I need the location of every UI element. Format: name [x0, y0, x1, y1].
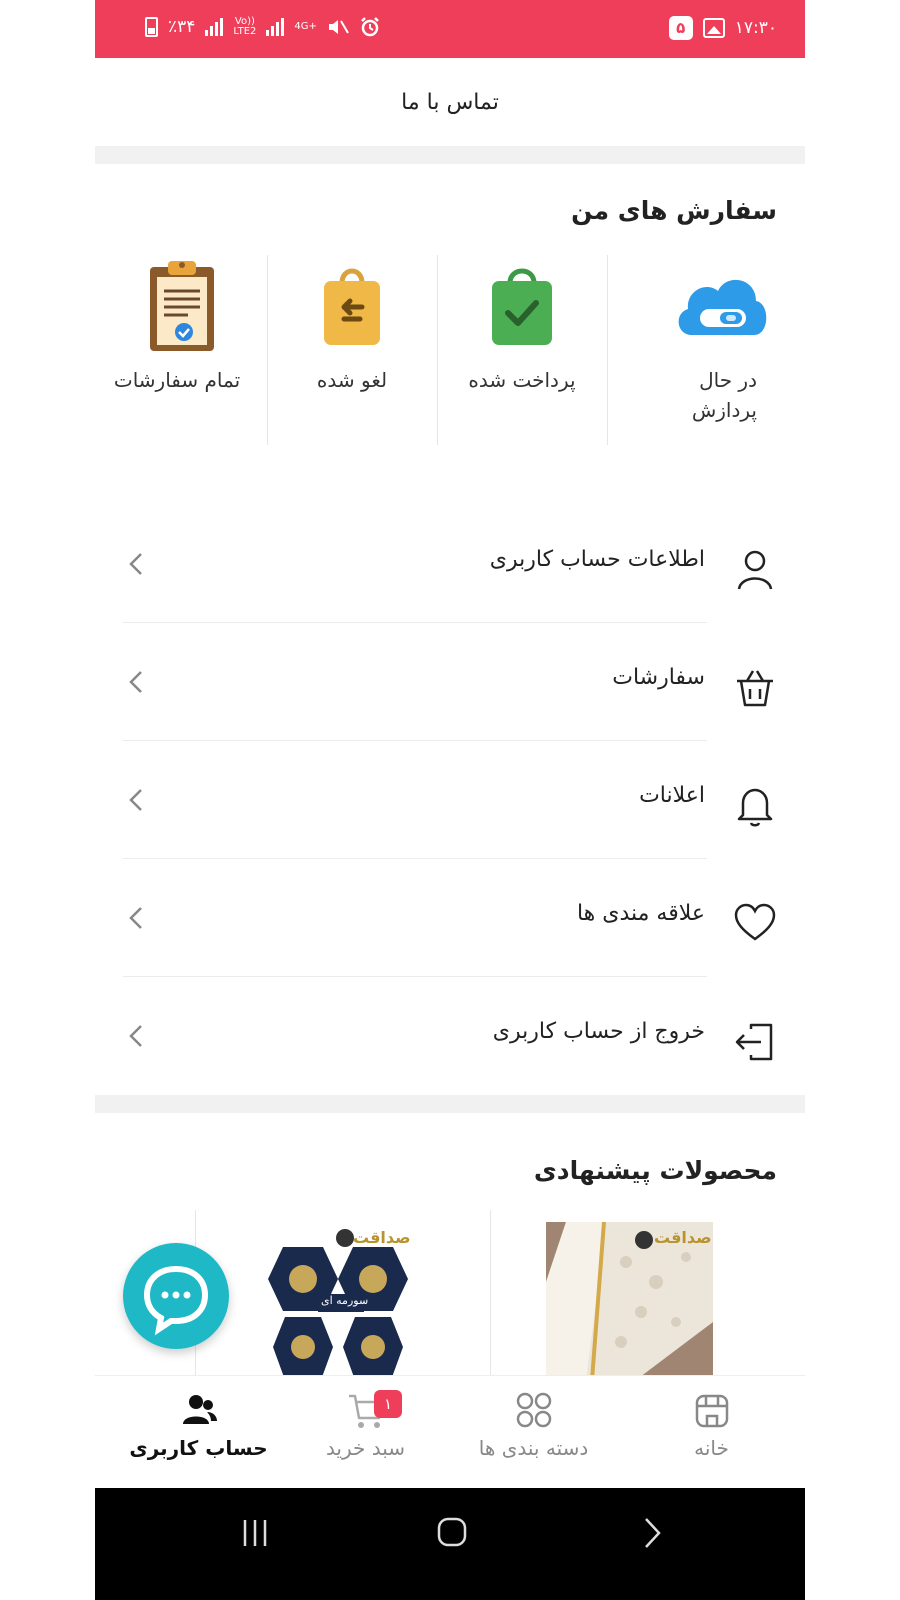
- users-icon: [182, 1395, 217, 1424]
- chevron-left-icon: [129, 907, 142, 929]
- status-bar: ٪۳۴ Vo)) LTE2 4G+ ۵ ۱۷:۳۰: [95, 0, 805, 58]
- battery-level: ٪۳۴: [168, 17, 196, 37]
- order-status-label: تمام سفارشات: [113, 368, 241, 392]
- clipboard-icon: [150, 261, 214, 351]
- nav-label: حساب کاربری: [129, 1436, 268, 1460]
- status-left: ٪۳۴ Vo)) LTE2 4G+: [145, 16, 381, 38]
- signal-2-icon: [266, 18, 285, 36]
- order-status-label: لغو شده: [316, 368, 388, 392]
- cancelled-bag-icon: [324, 268, 380, 345]
- user-icon: [737, 550, 773, 590]
- order-status-label: پرداخت شده: [468, 368, 576, 392]
- battery-icon: [145, 17, 158, 37]
- lte-label: LTE2: [233, 26, 257, 37]
- home-icon: [695, 1394, 728, 1428]
- contact-us-link[interactable]: تماس با ما: [95, 58, 805, 146]
- logout-icon: [735, 1023, 773, 1061]
- paid-bag-icon: [492, 268, 552, 345]
- menu-item-logout[interactable]: خروج از حساب کاربری: [95, 977, 805, 1095]
- menu-item-orders[interactable]: سفارشات: [95, 623, 805, 741]
- nav-home[interactable]: خانه: [623, 1376, 800, 1488]
- order-status-processing[interactable]: در حال پردازش: [635, 255, 805, 445]
- nav-account[interactable]: حساب کاربری: [110, 1376, 287, 1488]
- menu-item-account-info[interactable]: اطلاعات حساب کاربری: [95, 505, 805, 623]
- product-card[interactable]: صداقت: [546, 1221, 713, 1381]
- heart-icon: [734, 903, 776, 941]
- menu-item-label: سفارشات: [612, 665, 705, 690]
- nav-categories[interactable]: دسته بندی ها: [445, 1376, 622, 1488]
- order-divider: [267, 255, 268, 445]
- nav-label: خانه: [694, 1436, 729, 1460]
- nav-cart[interactable]: ۱ سبد خرید: [277, 1376, 454, 1488]
- data-indicator: 4G+: [294, 21, 317, 32]
- alarm-icon: [361, 17, 379, 37]
- order-status-cancelled[interactable]: لغو شده: [267, 255, 437, 445]
- nav-label: سبد خرید: [325, 1436, 406, 1460]
- order-status-label: در حال پردازش: [691, 368, 757, 422]
- chevron-left-icon: [129, 553, 142, 575]
- app-screen: ٪۳۴ Vo)) LTE2 4G+ ۵ ۱۷:۳۰ تماس با ما سفار…: [95, 0, 805, 1600]
- menu-item-label: علاقه مندی ها: [576, 901, 705, 926]
- order-divider: [607, 255, 608, 445]
- notification-badge: ۵: [668, 16, 693, 40]
- section-divider: [95, 146, 805, 164]
- product-card[interactable]: صداقت سورمه ای: [263, 1222, 413, 1380]
- gallery-icon: [702, 18, 725, 38]
- product-divider: [490, 1210, 491, 1380]
- chat-button[interactable]: [123, 1243, 229, 1349]
- order-status-paid[interactable]: پرداخت شده: [437, 255, 607, 445]
- product-brand: صداقت: [353, 1228, 411, 1247]
- orders-title: سفارش های من: [571, 196, 777, 225]
- chevron-left-icon: [129, 789, 142, 811]
- chevron-left-icon: [129, 671, 142, 693]
- bell-icon: [737, 788, 773, 827]
- mute-icon: [328, 20, 349, 34]
- menu-item-label: اطلاعات حساب کاربری: [489, 547, 705, 572]
- menu-item-notifications[interactable]: اعلانات: [95, 741, 805, 859]
- product-brand: صداقت: [654, 1228, 712, 1247]
- chevron-left-icon: [129, 1025, 142, 1047]
- recent-apps-icon[interactable]: [240, 1518, 270, 1548]
- basket-icon: [737, 670, 773, 707]
- back-icon[interactable]: [640, 1516, 664, 1550]
- system-nav-bar: [95, 1488, 805, 1600]
- product-caption: سورمه ای: [321, 1294, 369, 1307]
- signal-icon: [205, 18, 224, 36]
- home-button-icon[interactable]: [436, 1516, 468, 1548]
- nav-label: دسته بندی ها: [478, 1436, 589, 1460]
- menu-item-label: خروج از حساب کاربری: [492, 1019, 705, 1044]
- contact-us-label: تماس با ما: [401, 89, 499, 115]
- section-divider: [95, 1095, 805, 1113]
- order-status-all[interactable]: تمام سفارشات: [97, 255, 267, 445]
- categories-icon: [516, 1392, 551, 1428]
- suggested-title: محصولات پیشنهادی: [533, 1156, 777, 1185]
- cart-badge: ۱: [374, 1390, 402, 1418]
- menu-item-label: اعلانات: [639, 783, 705, 808]
- cloud-toggle-icon: [678, 279, 767, 335]
- bottom-nav: خانه دسته بندی ها ۱ سبد خرید حساب کاربری: [95, 1375, 805, 1487]
- chat-bubble-icon: [143, 1265, 209, 1336]
- menu-item-favorites[interactable]: علاقه مندی ها: [95, 859, 805, 977]
- order-divider: [437, 255, 438, 445]
- volte-indicator: Vo)) LTE2: [233, 17, 256, 37]
- status-right: ۵ ۱۷:۳۰: [668, 16, 777, 40]
- clock: ۱۷:۳۰: [734, 18, 777, 38]
- orders-row: در حال پردازش پرداخت شده لغو شده تمام سف…: [95, 255, 805, 445]
